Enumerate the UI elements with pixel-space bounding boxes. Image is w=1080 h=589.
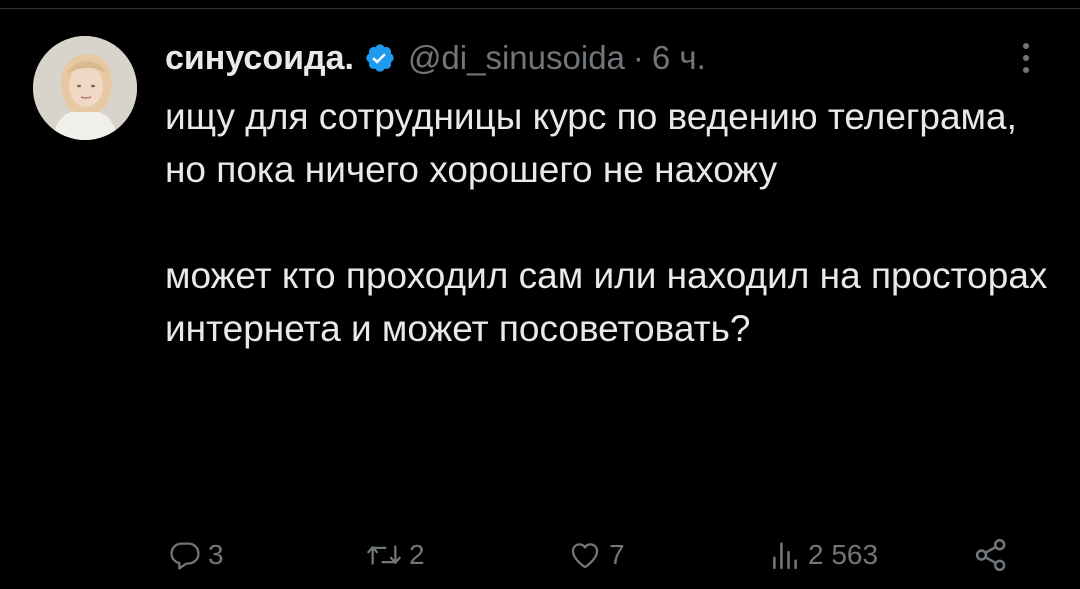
views-button[interactable]: 2 563: [768, 530, 878, 580]
display-name[interactable]: синусоида.: [165, 39, 354, 78]
more-options-icon[interactable]: [1016, 38, 1036, 78]
views-count: 2 563: [808, 539, 879, 570]
tweet-text: ищу для сотрудницы курс по ведению телег…: [165, 90, 1055, 355]
avatar-photo: [33, 36, 137, 140]
views-icon: [773, 542, 797, 570]
tweet-header: синусоида. @di_sinusoida · 6 ч.: [165, 34, 706, 82]
retweet-count: 2: [409, 539, 425, 570]
timestamp[interactable]: 6 ч.: [652, 39, 706, 77]
tweet-paragraph: может кто проходил сам или находил на пр…: [165, 255, 1048, 349]
top-divider: [0, 8, 1080, 9]
share-button[interactable]: [972, 530, 1010, 580]
reply-count: 3: [208, 539, 224, 570]
reply-button[interactable]: 3: [168, 530, 224, 580]
retweet-button[interactable]: 2: [365, 530, 425, 580]
user-handle[interactable]: @di_sinusoida: [408, 39, 625, 77]
like-button[interactable]: 7: [567, 530, 625, 580]
verified-badge-icon: [364, 42, 396, 74]
tweet-paragraph: ищу для сотрудницы курс по ведению телег…: [165, 96, 1017, 190]
retweet-icon: [367, 545, 401, 565]
reply-icon: [170, 542, 200, 570]
share-icon: [975, 539, 1006, 571]
like-icon: [571, 543, 599, 569]
action-bar: 3 2 7 2 563: [0, 530, 1080, 580]
like-count: 7: [609, 539, 625, 570]
avatar[interactable]: [33, 36, 137, 140]
separator-dot: ·: [632, 39, 644, 76]
